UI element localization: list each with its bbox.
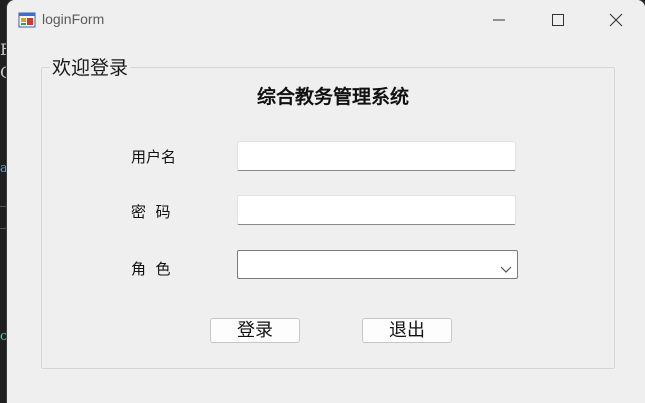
title-bar[interactable]: loginForm xyxy=(7,0,645,40)
maximize-icon xyxy=(552,14,564,26)
login-button[interactable]: 登录 xyxy=(210,318,300,343)
username-input[interactable] xyxy=(237,141,516,171)
minimize-button[interactable] xyxy=(474,0,524,40)
role-label: 角 色 xyxy=(131,260,171,278)
winforms-app-icon xyxy=(18,11,36,29)
role-select[interactable] xyxy=(237,250,518,279)
password-input[interactable] xyxy=(237,195,516,225)
groupbox-title: 欢迎登录 xyxy=(50,53,131,80)
maximize-button[interactable] xyxy=(533,0,583,40)
close-button[interactable] xyxy=(591,0,641,40)
window-title: loginForm xyxy=(42,11,105,27)
password-label: 密 码 xyxy=(131,203,171,221)
username-label: 用户名 xyxy=(131,148,177,166)
system-title: 综合教务管理系统 xyxy=(257,86,410,108)
close-icon xyxy=(609,13,623,27)
exit-button[interactable]: 退出 xyxy=(362,318,452,343)
minimize-icon xyxy=(493,19,505,21)
login-window: loginForm 欢迎登录 综合教务管理系统 用户名 密 码 角 色 登录 退… xyxy=(7,0,645,403)
chevron-down-icon xyxy=(500,259,512,278)
